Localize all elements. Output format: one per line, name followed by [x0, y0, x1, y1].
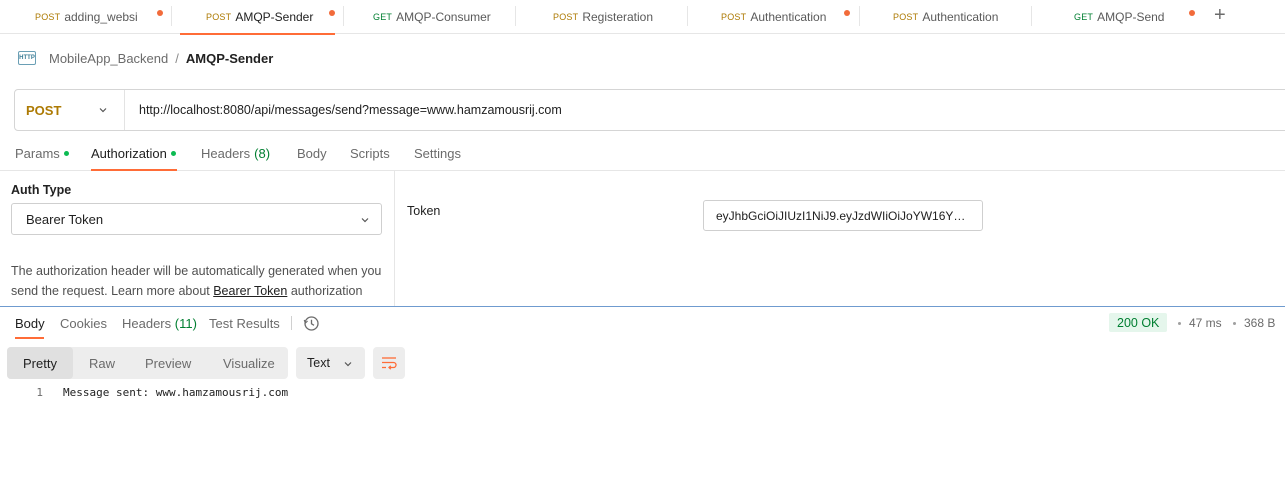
method-label: POST	[26, 102, 62, 118]
tab-authorization-label: Authorization	[91, 146, 167, 161]
tab-amqp-send[interactable]: GET AMQP-Send	[1074, 0, 1195, 34]
response-tab-body[interactable]: Body	[15, 316, 45, 331]
tab-label: Registeration	[582, 10, 654, 24]
auth-type-panel: Auth Type Bearer Token The authorization…	[0, 171, 395, 306]
view-preview-button[interactable]: Preview	[145, 347, 191, 379]
tab-label: Authentication	[922, 10, 999, 24]
tab-label: adding_websi	[64, 10, 138, 24]
tab-divider	[171, 6, 172, 26]
breadcrumb-collection[interactable]: MobileApp_Backend	[49, 51, 168, 66]
auth-type-value: Bearer Token	[26, 211, 104, 227]
bearer-token-link[interactable]: Bearer Token	[213, 284, 287, 298]
tab-label: AMQP-Sender	[235, 10, 314, 24]
tab-method: POST	[721, 12, 747, 22]
tab-authorization[interactable]: Authorization	[91, 146, 176, 161]
tab-method: GET	[1074, 12, 1094, 22]
tab-method: POST	[553, 12, 579, 22]
token-label: Token	[407, 204, 441, 218]
response-tab-test-results[interactable]: Test Results	[209, 316, 280, 331]
wrap-lines-icon	[382, 357, 397, 370]
view-pretty-button[interactable]: Pretty	[7, 347, 73, 379]
tab-divider	[1031, 6, 1032, 26]
view-raw-button[interactable]: Raw	[89, 347, 115, 379]
url-input[interactable]: http://localhost:8080/api/messages/send?…	[125, 103, 562, 117]
status-dot-icon	[170, 151, 176, 156]
chevron-down-icon	[361, 218, 369, 223]
auth-description: The authorization header will be automat…	[11, 261, 383, 301]
chevron-down-icon	[344, 362, 352, 367]
new-tab-button[interactable]: +	[1214, 4, 1226, 27]
token-value: eyJhbGciOiJIUzI1NiJ9.eyJzdWIiOiJoYW16YUB…	[716, 208, 970, 223]
view-visualize-button[interactable]: Visualize	[223, 347, 275, 379]
unsaved-dot-icon	[157, 10, 163, 16]
method-select[interactable]: POST	[15, 90, 125, 130]
response-tab-headers-label: Headers	[122, 316, 172, 331]
tab-divider	[687, 6, 688, 26]
auth-type-select[interactable]: Bearer Token	[11, 203, 382, 235]
tab-divider	[859, 6, 860, 26]
response-tab-cookies[interactable]: Cookies	[60, 316, 107, 331]
active-tab-underline	[15, 337, 44, 339]
tab-params-label: Params	[15, 146, 60, 161]
tab-scripts-label: Scripts	[350, 146, 390, 161]
tab-body[interactable]: Body	[297, 146, 327, 161]
tab-scripts[interactable]: Scripts	[350, 146, 390, 161]
line-number: 1	[36, 385, 43, 399]
request-tab-strip: POST adding_websi POST AMQP-Sender GET A…	[0, 0, 1285, 35]
token-input[interactable]: eyJhbGciOiJIUzI1NiJ9.eyJzdWIiOiJoYW16YUB…	[703, 200, 983, 231]
headers-count: (8)	[254, 146, 271, 161]
unsaved-dot-icon	[329, 10, 335, 16]
format-value: Text	[307, 356, 330, 370]
tab-method: POST	[893, 12, 919, 22]
tab-authentication-2[interactable]: POST Authentication	[893, 0, 998, 34]
tab-authentication-1[interactable]: POST Authentication	[721, 0, 850, 34]
response-size[interactable]: 368 B	[1244, 316, 1275, 330]
response-tab-headers[interactable]: Headers (11)	[122, 316, 197, 331]
tab-label: AMQP-Consumer	[396, 10, 491, 24]
tab-registeration[interactable]: POST Registeration	[553, 0, 653, 34]
breadcrumb: HTTP MobileApp_Backend / AMQP-Sender	[18, 48, 273, 68]
view-mode-segmented-control: Pretty Raw Preview Visualize	[7, 347, 288, 379]
tab-amqp-consumer[interactable]: GET AMQP-Consumer	[373, 0, 491, 34]
tab-amqp-sender[interactable]: POST AMQP-Sender	[180, 0, 335, 35]
history-icon[interactable]	[303, 315, 320, 332]
tab-headers[interactable]: Headers (8)	[201, 146, 270, 161]
tab-method: GET	[373, 12, 393, 22]
response-headers-count: (11)	[174, 316, 197, 331]
tab-adding-websi[interactable]: POST adding_websi	[35, 0, 163, 34]
tab-headers-label: Headers	[201, 146, 251, 161]
request-options-tabs: Params Authorization Headers (8) Body Sc…	[0, 140, 1285, 171]
http-request-icon: HTTP	[18, 51, 36, 65]
format-select[interactable]: Text	[296, 347, 365, 379]
tab-label: AMQP-Send	[1097, 10, 1165, 24]
tab-params[interactable]: Params	[15, 146, 69, 161]
wrap-lines-button[interactable]	[373, 347, 405, 379]
tab-settings-label: Settings	[414, 146, 461, 161]
tab-method: POST	[206, 12, 232, 22]
tab-method: POST	[35, 12, 61, 22]
unsaved-dot-icon	[844, 10, 850, 16]
tab-divider	[343, 6, 344, 26]
response-body-text: Message sent: www.hamzamousrij.com	[63, 385, 289, 399]
status-badge[interactable]: 200 OK	[1109, 313, 1168, 332]
chevron-down-icon	[99, 108, 107, 113]
auth-type-label: Auth Type	[11, 183, 72, 197]
tab-divider	[515, 6, 516, 26]
breadcrumb-request-name[interactable]: AMQP-Sender	[186, 51, 273, 66]
divider	[291, 316, 292, 330]
auth-description-tail: authorization	[287, 284, 363, 298]
active-tab-underline	[180, 33, 335, 35]
url-bar: POST http://localhost:8080/api/messages/…	[14, 89, 1285, 131]
breadcrumb-separator: /	[175, 50, 179, 66]
tab-label: Authentication	[750, 10, 827, 24]
response-tabs: Body Cookies Headers (11) Test Results	[0, 307, 1285, 339]
tab-settings[interactable]: Settings	[414, 146, 461, 161]
tab-body-label: Body	[297, 146, 327, 161]
response-time[interactable]: 47 ms	[1189, 316, 1222, 330]
response-body-line[interactable]: 1 Message sent: www.hamzamousrij.com	[0, 384, 288, 400]
separator-dot	[1178, 322, 1181, 325]
status-dot-icon	[63, 151, 69, 156]
unsaved-dot-icon	[1189, 10, 1195, 16]
separator-dot	[1233, 322, 1236, 325]
